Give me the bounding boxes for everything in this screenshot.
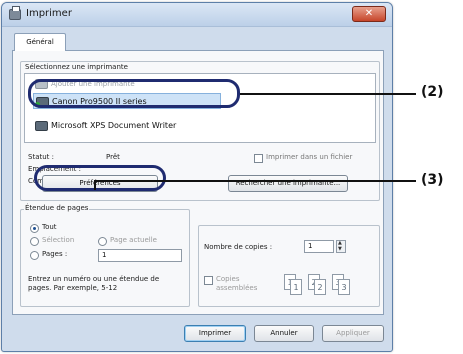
apply-button[interactable]: Appliquer	[322, 325, 384, 342]
printer-item-xps[interactable]: Microsoft XPS Document Writer	[33, 118, 176, 134]
all-pages-radio[interactable]	[30, 224, 39, 233]
pages-label: Pages :	[42, 250, 68, 258]
copies-stepper[interactable]	[336, 240, 346, 253]
copies-count-label: Nombre de copies :	[204, 243, 273, 251]
preferences-callout-line	[94, 180, 416, 182]
pages-input[interactable]: 1	[98, 249, 182, 262]
printer-icon	[35, 121, 48, 131]
selection-radio[interactable]	[30, 237, 39, 246]
page-range-label: Étendue de pages	[24, 204, 90, 212]
printer-callout-line	[240, 93, 416, 95]
collate-page: 3	[338, 279, 350, 295]
tab-general[interactable]: Général	[14, 33, 66, 51]
all-pages-label: Tout	[42, 223, 57, 231]
collate-page: 1	[290, 279, 302, 295]
close-button[interactable]: ✕	[352, 6, 386, 22]
preferences-callout-stem	[94, 180, 96, 190]
title-bar[interactable]: Imprimer ✕	[2, 3, 392, 27]
status-label: Statut :	[28, 153, 54, 161]
page-range-hint: Entrez un numéro ou une étendue de pages…	[28, 275, 160, 292]
cancel-button[interactable]: Annuler	[254, 325, 314, 342]
window-title: Imprimer	[26, 8, 72, 19]
find-printer-button[interactable]: Rechercher une imprimante...	[228, 175, 348, 192]
selection-label: Sélection	[42, 236, 75, 244]
current-page-label: Page actuelle	[110, 236, 157, 244]
current-page-radio[interactable]	[98, 237, 107, 246]
print-to-file-checkbox[interactable]	[254, 154, 263, 163]
collate-checkbox[interactable]	[204, 276, 213, 285]
pages-radio[interactable]	[30, 251, 39, 260]
printer-select-label: Sélectionnez une imprimante	[24, 63, 129, 71]
printer-callout: (2)	[421, 84, 444, 100]
status-value: Prêt	[106, 153, 120, 161]
collate-label: Copies assemblées	[216, 275, 258, 292]
printer-icon	[9, 6, 21, 20]
printer-highlight	[28, 79, 240, 108]
printer-item-label: Microsoft XPS Document Writer	[51, 121, 177, 130]
copies-count-input[interactable]: 1	[304, 240, 334, 253]
preferences-highlight	[34, 165, 166, 191]
copies-group	[198, 225, 380, 307]
collate-page: 2	[314, 279, 326, 295]
print-to-file-label: Imprimer dans un fichier	[266, 153, 353, 161]
preferences-callout: (3)	[421, 172, 444, 188]
print-button[interactable]: Imprimer	[184, 325, 246, 342]
